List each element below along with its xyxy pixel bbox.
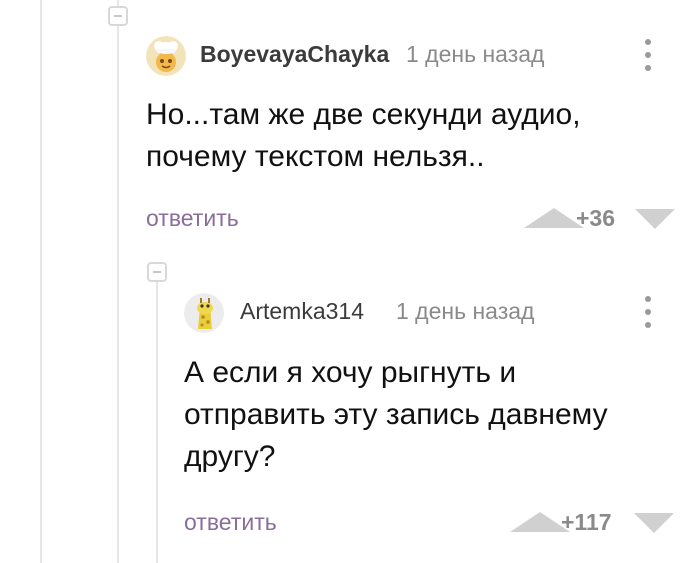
chef-hat-avatar-icon bbox=[146, 36, 186, 76]
comment-text-line: почему текстом нельзя.. bbox=[146, 140, 485, 173]
downvote-arrow-icon[interactable] bbox=[634, 513, 674, 533]
more-options-button[interactable] bbox=[636, 35, 660, 75]
comment-text: А если я хочу рыгнуть и отправить эту за… bbox=[184, 352, 684, 478]
kebab-dot bbox=[645, 39, 651, 45]
comment-text: Но...там же две секунди аудио, почему те… bbox=[146, 94, 676, 178]
kebab-dot bbox=[645, 309, 651, 315]
comment-author[interactable]: Artemka314 bbox=[240, 298, 364, 325]
kebab-dot bbox=[645, 322, 651, 328]
comment-timestamp[interactable]: 1 день назад bbox=[406, 41, 544, 68]
thread-line-level-3 bbox=[156, 280, 158, 563]
comment-rating: +117 bbox=[561, 509, 612, 535]
downvote-arrow-icon[interactable] bbox=[635, 209, 675, 229]
comment-author[interactable]: BoyevayaChayka bbox=[200, 41, 389, 68]
comment-text-line: другу? bbox=[184, 440, 276, 473]
reply-button[interactable]: ответить bbox=[184, 509, 277, 536]
kebab-dot bbox=[645, 65, 651, 71]
comment-text-line: отправить эту запись давнему bbox=[184, 398, 608, 431]
reply-button[interactable]: ответить bbox=[146, 205, 239, 232]
comment-text-line: А если я хочу рыгнуть и bbox=[184, 356, 517, 389]
more-options-button[interactable] bbox=[636, 292, 660, 332]
collapse-toggle[interactable] bbox=[108, 6, 128, 26]
giraffe-avatar-icon bbox=[184, 293, 224, 333]
thread-line-level-2 bbox=[117, 0, 119, 563]
comment-text-line: Но...там же две секунди аудио, bbox=[146, 98, 581, 131]
kebab-dot bbox=[645, 52, 651, 58]
upvote-arrow-icon[interactable] bbox=[524, 208, 584, 228]
comment-timestamp[interactable]: 1 день назад bbox=[396, 298, 534, 325]
comment-rating: +36 bbox=[576, 205, 616, 231]
user-avatar[interactable] bbox=[146, 36, 186, 76]
user-avatar[interactable] bbox=[184, 293, 224, 333]
thread-line-level-1 bbox=[40, 0, 42, 563]
collapse-toggle[interactable] bbox=[147, 262, 167, 282]
kebab-dot bbox=[645, 296, 651, 302]
